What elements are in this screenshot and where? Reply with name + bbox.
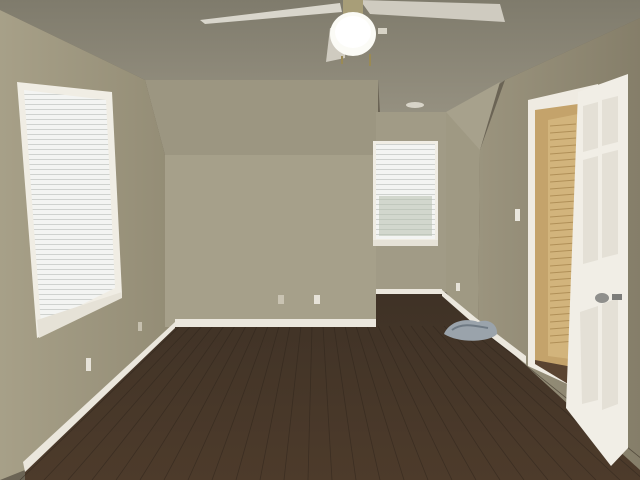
light-switch[interactable] bbox=[515, 209, 520, 221]
window-back bbox=[373, 141, 438, 246]
door-knob[interactable] bbox=[595, 293, 609, 303]
room-scene bbox=[0, 0, 640, 480]
outlet bbox=[86, 358, 91, 371]
outlet bbox=[138, 322, 142, 331]
baseboard-back bbox=[376, 289, 442, 294]
alcove-wall bbox=[165, 155, 376, 327]
outlet bbox=[456, 283, 460, 291]
outlet bbox=[314, 295, 320, 304]
sloped-ceiling bbox=[145, 80, 378, 155]
baseboard-alcove bbox=[175, 319, 376, 327]
smoke-detector bbox=[406, 102, 424, 108]
outlet bbox=[278, 295, 284, 304]
ceiling-vent bbox=[378, 28, 387, 34]
